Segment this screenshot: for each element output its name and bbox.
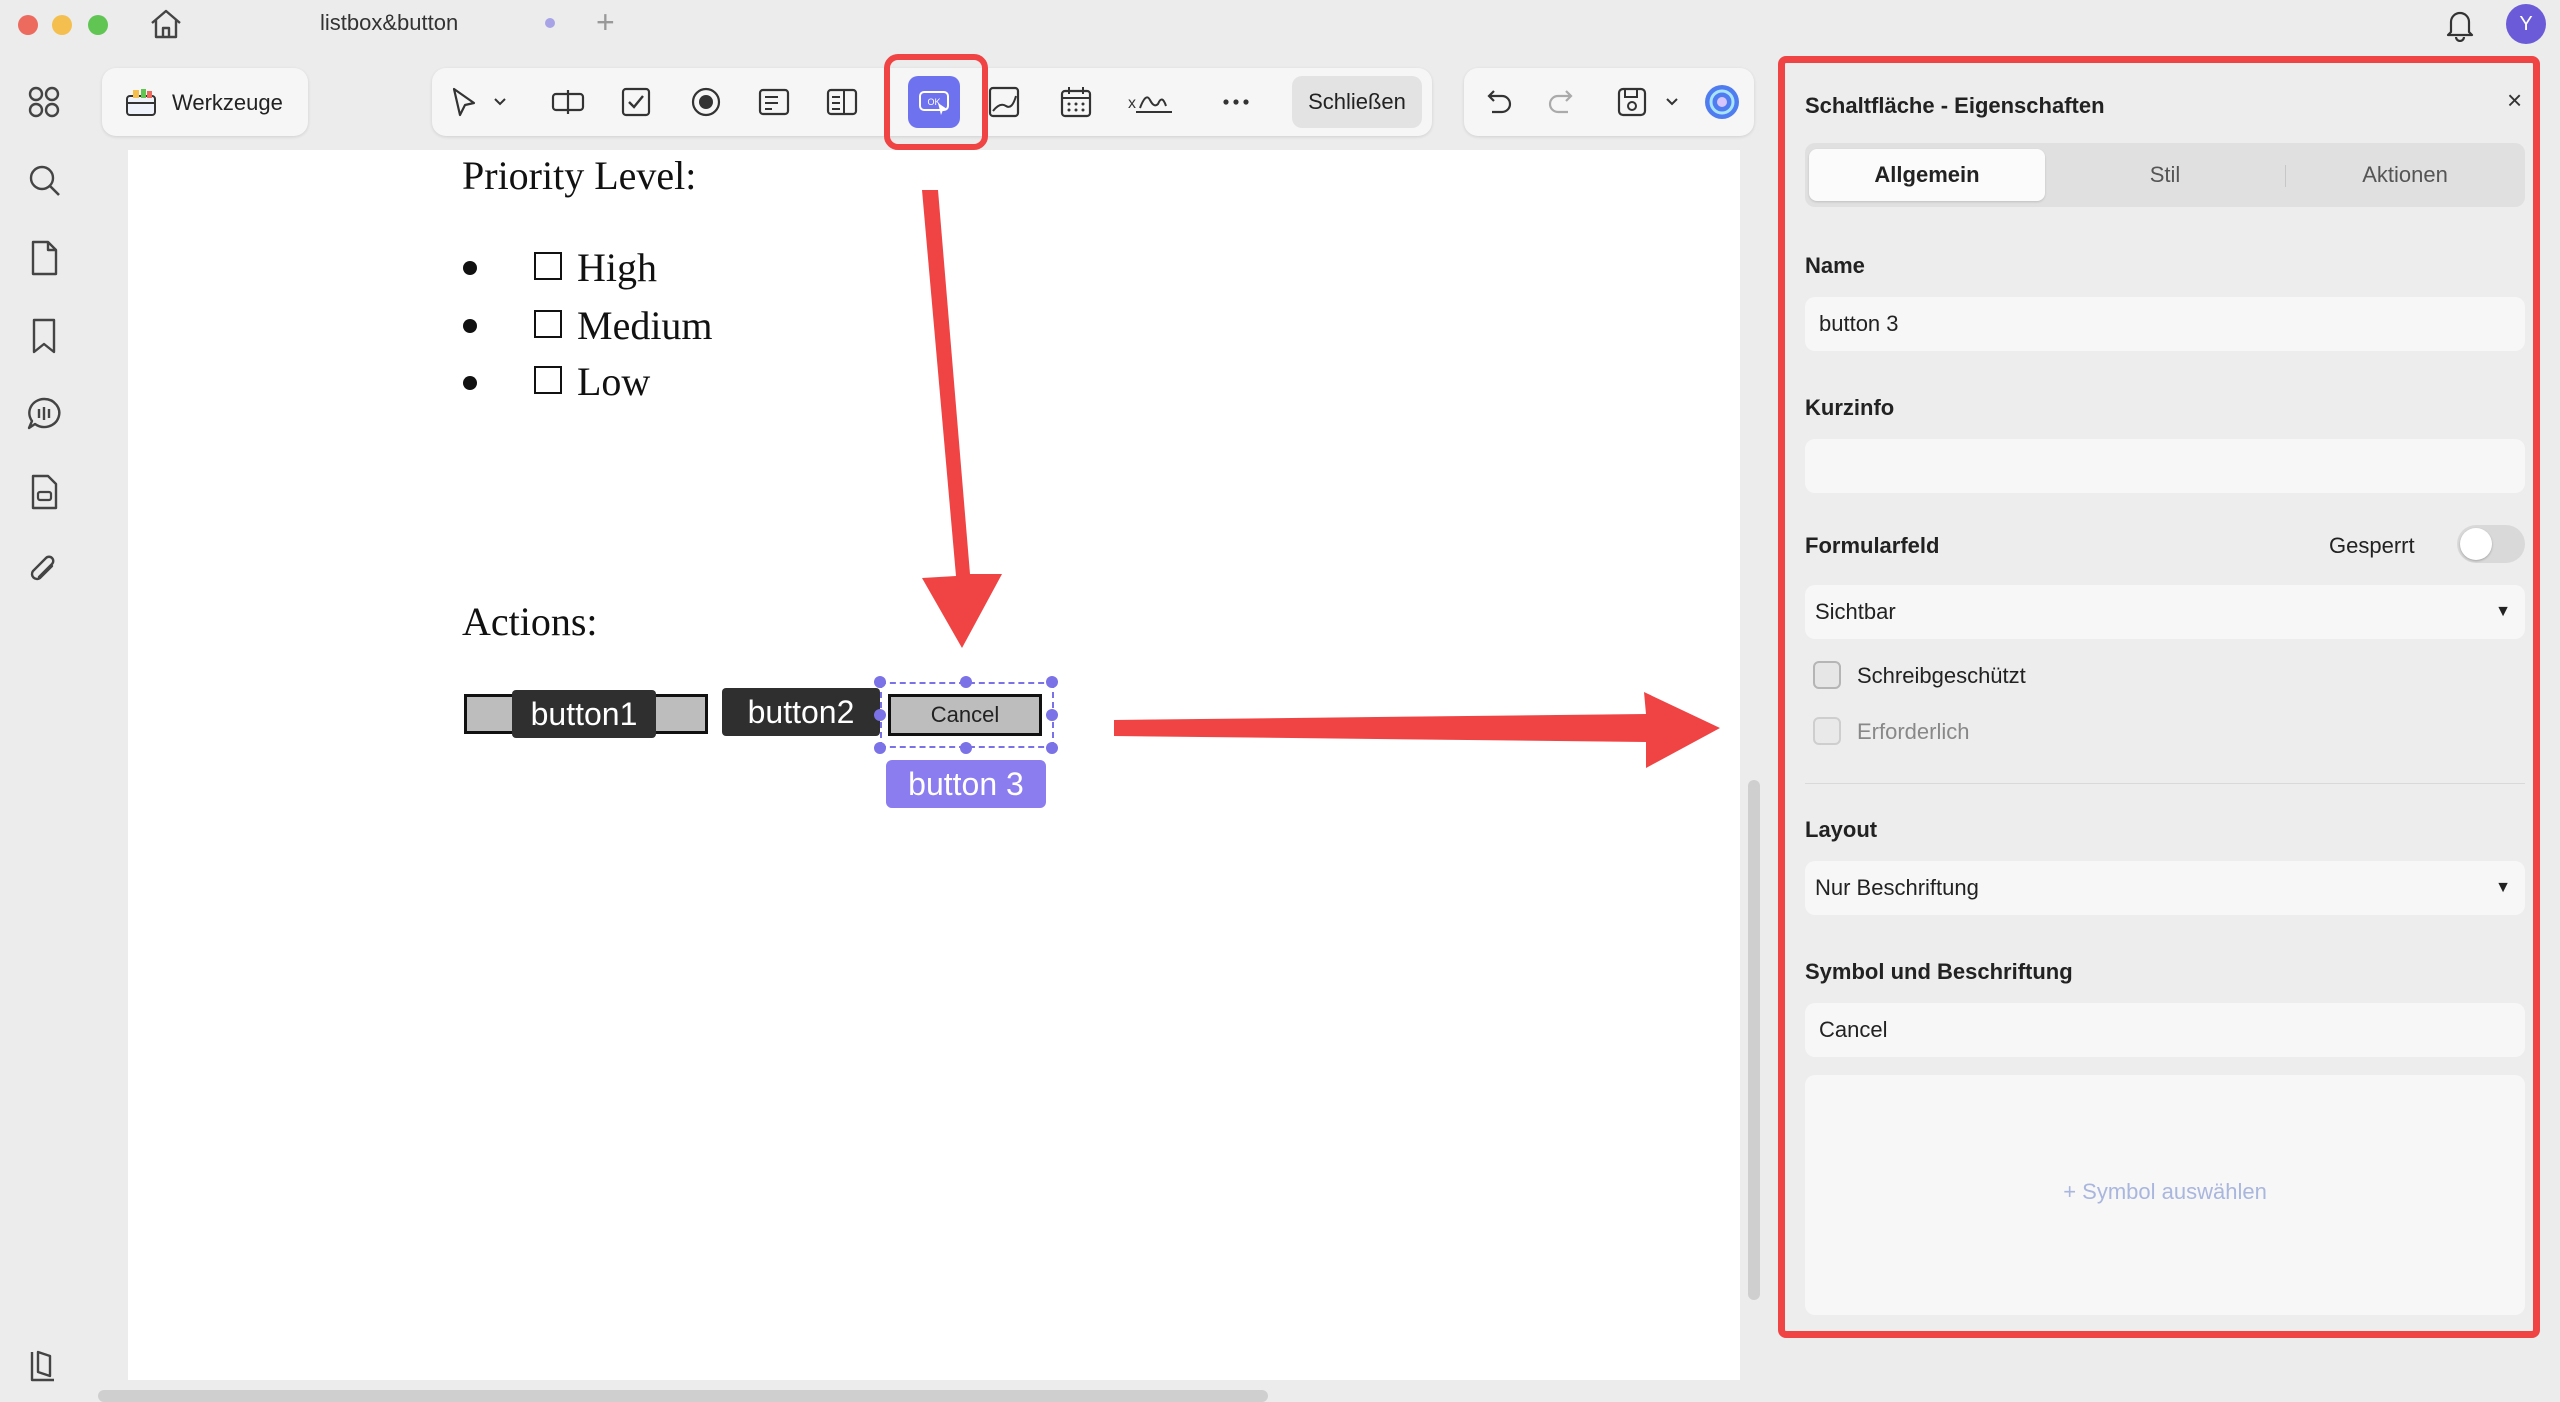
caption-input[interactable]: Cancel	[1805, 1003, 2525, 1057]
tooltip-label: Kurzinfo	[1805, 395, 1895, 420]
readonly-checkbox[interactable]	[1813, 661, 1841, 689]
horizontal-scrollbar[interactable]	[98, 1390, 1268, 1402]
ai-assistant-icon[interactable]	[1702, 82, 1742, 122]
tab-style[interactable]: Stil	[2047, 149, 2283, 201]
signature-icon[interactable]: x	[1126, 84, 1174, 120]
window-zoom-button[interactable]	[88, 15, 108, 35]
pick-icon-link[interactable]: + Symbol auswählen	[1805, 1179, 2525, 1205]
radio-icon[interactable]	[688, 84, 724, 120]
layout-value: Nur Beschriftung	[1815, 875, 1979, 900]
button1-label: button1	[512, 690, 656, 738]
resize-handle[interactable]	[1046, 709, 1058, 721]
locked-label: Gesperrt	[2329, 533, 2415, 558]
bookmark-icon[interactable]	[24, 316, 64, 356]
pages-icon[interactable]	[24, 238, 64, 278]
bullet-icon	[463, 261, 477, 275]
bullet-icon	[463, 319, 477, 333]
checkbox-high[interactable]	[534, 252, 562, 280]
form-field-label: Formularfeld	[1805, 533, 1940, 558]
tools-label: Werkzeuge	[172, 90, 283, 115]
listbox-icon[interactable]	[824, 84, 860, 120]
visibility-value: Sichtbar	[1815, 599, 1896, 624]
document-tab-title[interactable]: listbox&button	[320, 10, 458, 36]
save-options-chevron-icon[interactable]	[1662, 84, 1682, 120]
section-divider	[1805, 783, 2525, 784]
resize-handle[interactable]	[960, 676, 972, 688]
new-tab-button[interactable]: +	[596, 4, 615, 41]
edit-toolbar	[1464, 68, 1754, 136]
caret-down-icon: ▼	[2495, 879, 2511, 896]
title-bar: listbox&button + Y	[0, 0, 2560, 48]
locked-toggle[interactable]	[2457, 525, 2525, 563]
text-field-icon[interactable]	[550, 84, 586, 120]
left-sidebar	[0, 48, 88, 1402]
home-icon[interactable]	[148, 8, 184, 40]
combobox-icon[interactable]	[756, 84, 792, 120]
more-icon[interactable]	[1218, 84, 1254, 120]
checkbox-low[interactable]	[534, 366, 562, 394]
resize-handle[interactable]	[874, 676, 886, 688]
search-icon[interactable]	[24, 160, 64, 200]
vertical-scrollbar[interactable]	[1748, 780, 1760, 1300]
checkbox-medium[interactable]	[534, 310, 562, 338]
button3-field[interactable]: Cancel	[888, 694, 1042, 736]
thumbnails-icon[interactable]	[24, 82, 64, 122]
window-minimize-button[interactable]	[52, 15, 72, 35]
name-input[interactable]: button 3	[1805, 297, 2525, 351]
resize-handle[interactable]	[874, 709, 886, 721]
close-icon[interactable]: ×	[2507, 85, 2522, 116]
close-form-mode-button[interactable]: Schließen	[1292, 76, 1422, 128]
icon-caption-label: Symbol und Beschriftung	[1805, 959, 2073, 984]
date-icon[interactable]	[1058, 84, 1094, 120]
button-properties-panel: Schaltfläche - Eigenschaften × Allgemein…	[1778, 56, 2540, 1338]
bell-icon[interactable]	[2442, 6, 2478, 42]
form-icon[interactable]	[24, 472, 64, 512]
tab-separator	[2285, 165, 2286, 187]
required-checkbox[interactable]	[1813, 717, 1841, 745]
name-label: Name	[1805, 253, 1865, 278]
button-tool-highlight	[884, 54, 988, 150]
selected-field-tag: button 3	[886, 760, 1046, 808]
tools-button[interactable]: Werkzeuge	[102, 68, 308, 136]
resize-handle[interactable]	[874, 742, 886, 754]
unsaved-dot-icon	[545, 18, 555, 28]
window-close-button[interactable]	[18, 15, 38, 35]
chevron-down-icon[interactable]	[490, 84, 510, 120]
layout-label: Layout	[1805, 817, 1878, 842]
tooltip-input[interactable]	[1805, 439, 2525, 493]
layout-select[interactable]: Nur Beschriftung ▼	[1805, 861, 2525, 915]
resize-handle[interactable]	[1046, 742, 1058, 754]
cursor-icon[interactable]	[446, 84, 482, 120]
required-label: Erforderlich	[1857, 719, 1970, 744]
tab-actions[interactable]: Aktionen	[2287, 149, 2523, 201]
sidebar-toggle-icon[interactable]	[24, 1346, 64, 1386]
readonly-label: Schreibgeschützt	[1857, 663, 2026, 688]
icon-picker-area[interactable]: + Symbol auswählen	[1805, 1075, 2525, 1315]
toggle-knob	[2460, 528, 2492, 560]
properties-tabs: Allgemein Stil Aktionen	[1805, 143, 2525, 207]
resize-handle[interactable]	[1046, 676, 1058, 688]
user-avatar[interactable]: Y	[2506, 4, 2546, 44]
svg-text:x: x	[1128, 95, 1136, 112]
tab-general[interactable]: Allgemein	[1809, 149, 2045, 201]
visibility-select[interactable]: Sichtbar ▼	[1805, 585, 2525, 639]
checkbox-icon[interactable]	[618, 84, 654, 120]
toolbox-icon	[126, 89, 156, 116]
resize-handle[interactable]	[960, 742, 972, 754]
priority-heading: Priority Level:	[462, 153, 697, 198]
redo-icon[interactable]	[1544, 84, 1580, 120]
priority-item-medium: Medium	[577, 303, 713, 348]
attachment-icon[interactable]	[24, 550, 64, 590]
comment-icon[interactable]	[24, 394, 64, 434]
button2-label[interactable]: button2	[722, 688, 880, 736]
priority-item-low: Low	[577, 359, 651, 404]
undo-icon[interactable]	[1480, 84, 1516, 120]
bullet-icon	[463, 376, 477, 390]
priority-item-high: High	[577, 245, 657, 290]
actions-heading: Actions:	[462, 599, 598, 644]
save-icon[interactable]	[1614, 84, 1650, 120]
panel-title: Schaltfläche - Eigenschaften	[1805, 93, 2105, 118]
caret-down-icon: ▼	[2495, 603, 2511, 620]
image-icon[interactable]	[986, 84, 1022, 120]
